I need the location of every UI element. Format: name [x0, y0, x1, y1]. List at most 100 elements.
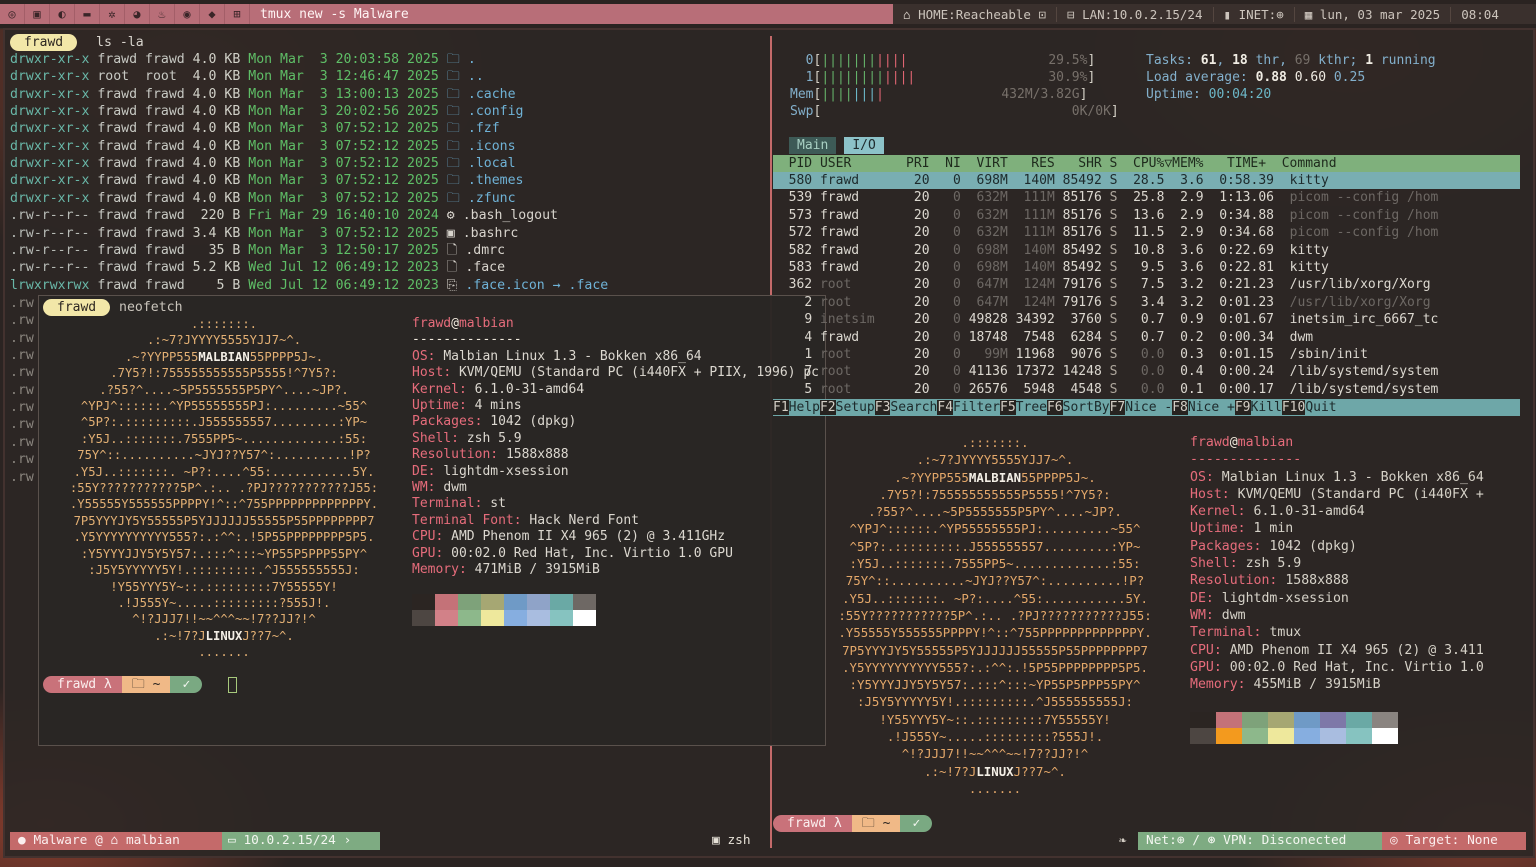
fkey-f7[interactable]: F7	[1109, 400, 1126, 415]
info-item: OS: Malbian Linux 1.3 - Bokken x86_64	[1190, 469, 1484, 485]
color-swatch	[527, 594, 550, 610]
color-swatch	[412, 594, 435, 610]
fkey-label[interactable]: Tree	[1016, 400, 1047, 415]
prompt-line: frawd λ 🗀 ~ ✓	[43, 676, 203, 693]
chrome-icon[interactable]: ◉	[175, 4, 200, 24]
color-swatch	[481, 594, 504, 610]
home-icon: ⌂	[903, 6, 919, 22]
info-item: Uptime: 4 mins	[412, 398, 522, 414]
tasks-summary: Tasks: 61, 18 thr, 69 kthr; 1 running	[1146, 53, 1436, 68]
fkey-f3[interactable]: F3	[874, 400, 891, 415]
calendar-icon: ▦	[1304, 6, 1320, 22]
debian-icon[interactable]: ◎	[0, 4, 25, 24]
fkey-label[interactable]: Search	[890, 400, 937, 415]
process-row[interactable]: 2 root 20 0 647M 124M 79176 S 3.4 3.2 0:…	[773, 294, 1520, 311]
color-swatch	[1268, 728, 1294, 744]
info-item: CPU: AMD Phenom II X4 965 (2) @ 3.411GHz	[412, 529, 726, 545]
color-swatch	[1346, 712, 1372, 728]
process-row[interactable]: 7 root 20 0 41136 17372 14248 S 0.0 0.4 …	[773, 363, 1520, 380]
color-swatch	[481, 610, 504, 626]
fkey-f9[interactable]: F9	[1234, 400, 1251, 415]
fkey-f10[interactable]: F10	[1281, 400, 1306, 415]
info-item: Resolution: 1588x888	[1190, 573, 1349, 589]
fkey-label[interactable]: Nice +	[1188, 400, 1235, 415]
info-item: CPU: AMD Phenom II X4 965 (2) @ 3.411	[1190, 642, 1484, 658]
uptime: Uptime: 00:04:20	[1146, 87, 1272, 102]
fkey-label[interactable]: Filter	[953, 400, 1000, 415]
info-item: WM: dwm	[412, 480, 467, 496]
color-swatch	[1320, 728, 1346, 744]
folder-icon: 🗀	[446, 52, 460, 67]
process-row[interactable]: 1 root 20 0 99M 11968 9076 S 0.0 0.3 0:0…	[773, 346, 1520, 363]
process-row[interactable]: 4 frawd 20 0 18748 7548 6284 S 0.7 0.2 0…	[773, 329, 1520, 346]
mem-meter: Mem[|||||||| 432M/3.82G]	[790, 87, 1088, 102]
info-item: DE: lightdm-xsession	[1190, 590, 1349, 606]
fkey-f6[interactable]: F6	[1046, 400, 1063, 415]
info-item: Host: KVM/QEMU (Standard PC (i440FX +	[1190, 486, 1484, 502]
process-row[interactable]: 582 frawd 20 0 698M 140M 85492 S 10.8 3.…	[773, 242, 1520, 259]
terminal-icon[interactable]: ▣	[25, 4, 50, 24]
ls-row: .rw-r--r-- frawd frawd 3.4 KB Mon Mar 3 …	[10, 225, 519, 241]
process-row[interactable]: 583 frawd 20 0 698M 140M 85492 S 9.5 3.6…	[773, 259, 1520, 276]
ls-row-obscured: .rw	[10, 434, 34, 450]
tab-io[interactable]: I/O	[844, 137, 884, 154]
folder-icon: 🗀	[131, 677, 145, 692]
color-swatch	[458, 610, 481, 626]
session-segment[interactable]: ● Malware @ ⌂ malbian	[10, 832, 224, 850]
folder-icon: 🗀	[861, 816, 875, 831]
color-swatch	[573, 594, 596, 610]
process-table-header[interactable]: PID USER PRI NI VIRT RES SHR S CPU%▽MEM%…	[773, 155, 1520, 172]
net-segment[interactable]: Net:⊕ / ⊛ VPN: Disconected	[1138, 832, 1386, 850]
process-row[interactable]: 573 frawd 20 0 632M 111M 85176 S 13.6 2.…	[773, 207, 1520, 224]
window-title: tmux new -s Malware	[260, 6, 409, 22]
prompt-dir-segment: 🗀 ~	[121, 676, 171, 693]
fkey-f4[interactable]: F4	[937, 400, 954, 415]
ls-row: .rw-r--r-- frawd frawd 220 B Fri Mar 29 …	[10, 208, 558, 224]
fkey-f2[interactable]: F2	[819, 400, 836, 415]
info-item: WM: dwm	[1190, 607, 1246, 623]
moon-icon[interactable]: ◐	[50, 4, 75, 24]
folder-icon: 🗀	[446, 86, 460, 102]
fkey-label[interactable]: Help	[789, 400, 820, 415]
ls-row-obscured: .rw	[10, 469, 34, 485]
gear-icon[interactable]: ✲	[100, 4, 125, 24]
window-indicator[interactable]: ▣ zsh	[712, 832, 751, 850]
folder-icon: 🗀	[446, 121, 460, 137]
folder-icon[interactable]: ▬	[75, 4, 100, 24]
process-row[interactable]: 9 inetsim 20 0 49828 34392 3760 S 0.7 0.…	[773, 311, 1520, 328]
process-row[interactable]: 5 root 20 0 26576 5948 4548 S 0.0 0.1 0:…	[773, 381, 1520, 398]
fkey-label[interactable]: Nice -	[1125, 400, 1172, 415]
prompt-user: frawd	[43, 299, 111, 316]
diamond-icon[interactable]: ◆	[200, 4, 225, 24]
ls-row: drwxr-xr-x frawd frawd 4.0 KB Mon Mar 3 …	[10, 173, 524, 189]
fkey-f1[interactable]: F1	[773, 400, 789, 415]
color-swatch	[527, 610, 550, 626]
flame-icon[interactable]: ♨	[150, 4, 175, 24]
process-row[interactable]: 362 root 20 0 647M 124M 79176 S 7.5 3.2 …	[773, 276, 1520, 293]
github-icon[interactable]: ◕	[125, 4, 150, 24]
tab-main[interactable]: Main	[789, 137, 837, 154]
floating-terminal[interactable]: frawd neofetch .:::::::. .:~7?JYYYY5555Y…	[38, 295, 826, 746]
ls-row: drwxr-xr-x frawd frawd 4.0 KB Mon Mar 3 …	[10, 190, 516, 206]
info-item: GPU: 00:02.0 Red Hat, Inc. Virtio 1.0 GP…	[412, 545, 733, 561]
ip-segment[interactable]: ▭ 10.0.2.15/24 ›	[222, 832, 380, 850]
date-display: ▦ lun, 03 mar 2025	[1295, 6, 1452, 22]
grid-icon[interactable]: ⊞	[225, 4, 250, 24]
process-row[interactable]: 539 frawd 20 0 632M 111M 85176 S 25.8 2.…	[773, 189, 1520, 206]
color-swatch	[550, 594, 573, 610]
ls-row-obscured: .rw	[10, 382, 34, 398]
fkey-f5[interactable]: F5	[1000, 400, 1016, 415]
fkey-label[interactable]: Kill	[1251, 400, 1282, 415]
fkey-label[interactable]: Setup	[836, 400, 875, 415]
info-item: Shell: zsh 5.9	[1190, 556, 1302, 572]
fkey-label[interactable]: SortBy	[1063, 400, 1110, 415]
target-segment[interactable]: ◎ Target: None	[1382, 832, 1526, 850]
info-item: DE: lightdm-xsession	[412, 463, 569, 479]
process-row[interactable]: 580 frawd 20 0 698M 140M 85492 S 28.5 3.…	[773, 172, 1520, 189]
fkey-label[interactable]: Quit	[1305, 400, 1336, 415]
process-row[interactable]: 572 frawd 20 0 632M 111M 85176 S 11.5 2.…	[773, 224, 1520, 241]
color-swatch	[1216, 712, 1242, 728]
info-item: GPU: 00:02.0 Red Hat, Inc. Virtio 1.0	[1190, 659, 1484, 675]
fkey-f8[interactable]: F8	[1172, 400, 1188, 415]
ascii-logo: .:::::::. .:~7?JYYYY5555YJJ7~^. .~?YYPP5…	[838, 435, 1152, 796]
